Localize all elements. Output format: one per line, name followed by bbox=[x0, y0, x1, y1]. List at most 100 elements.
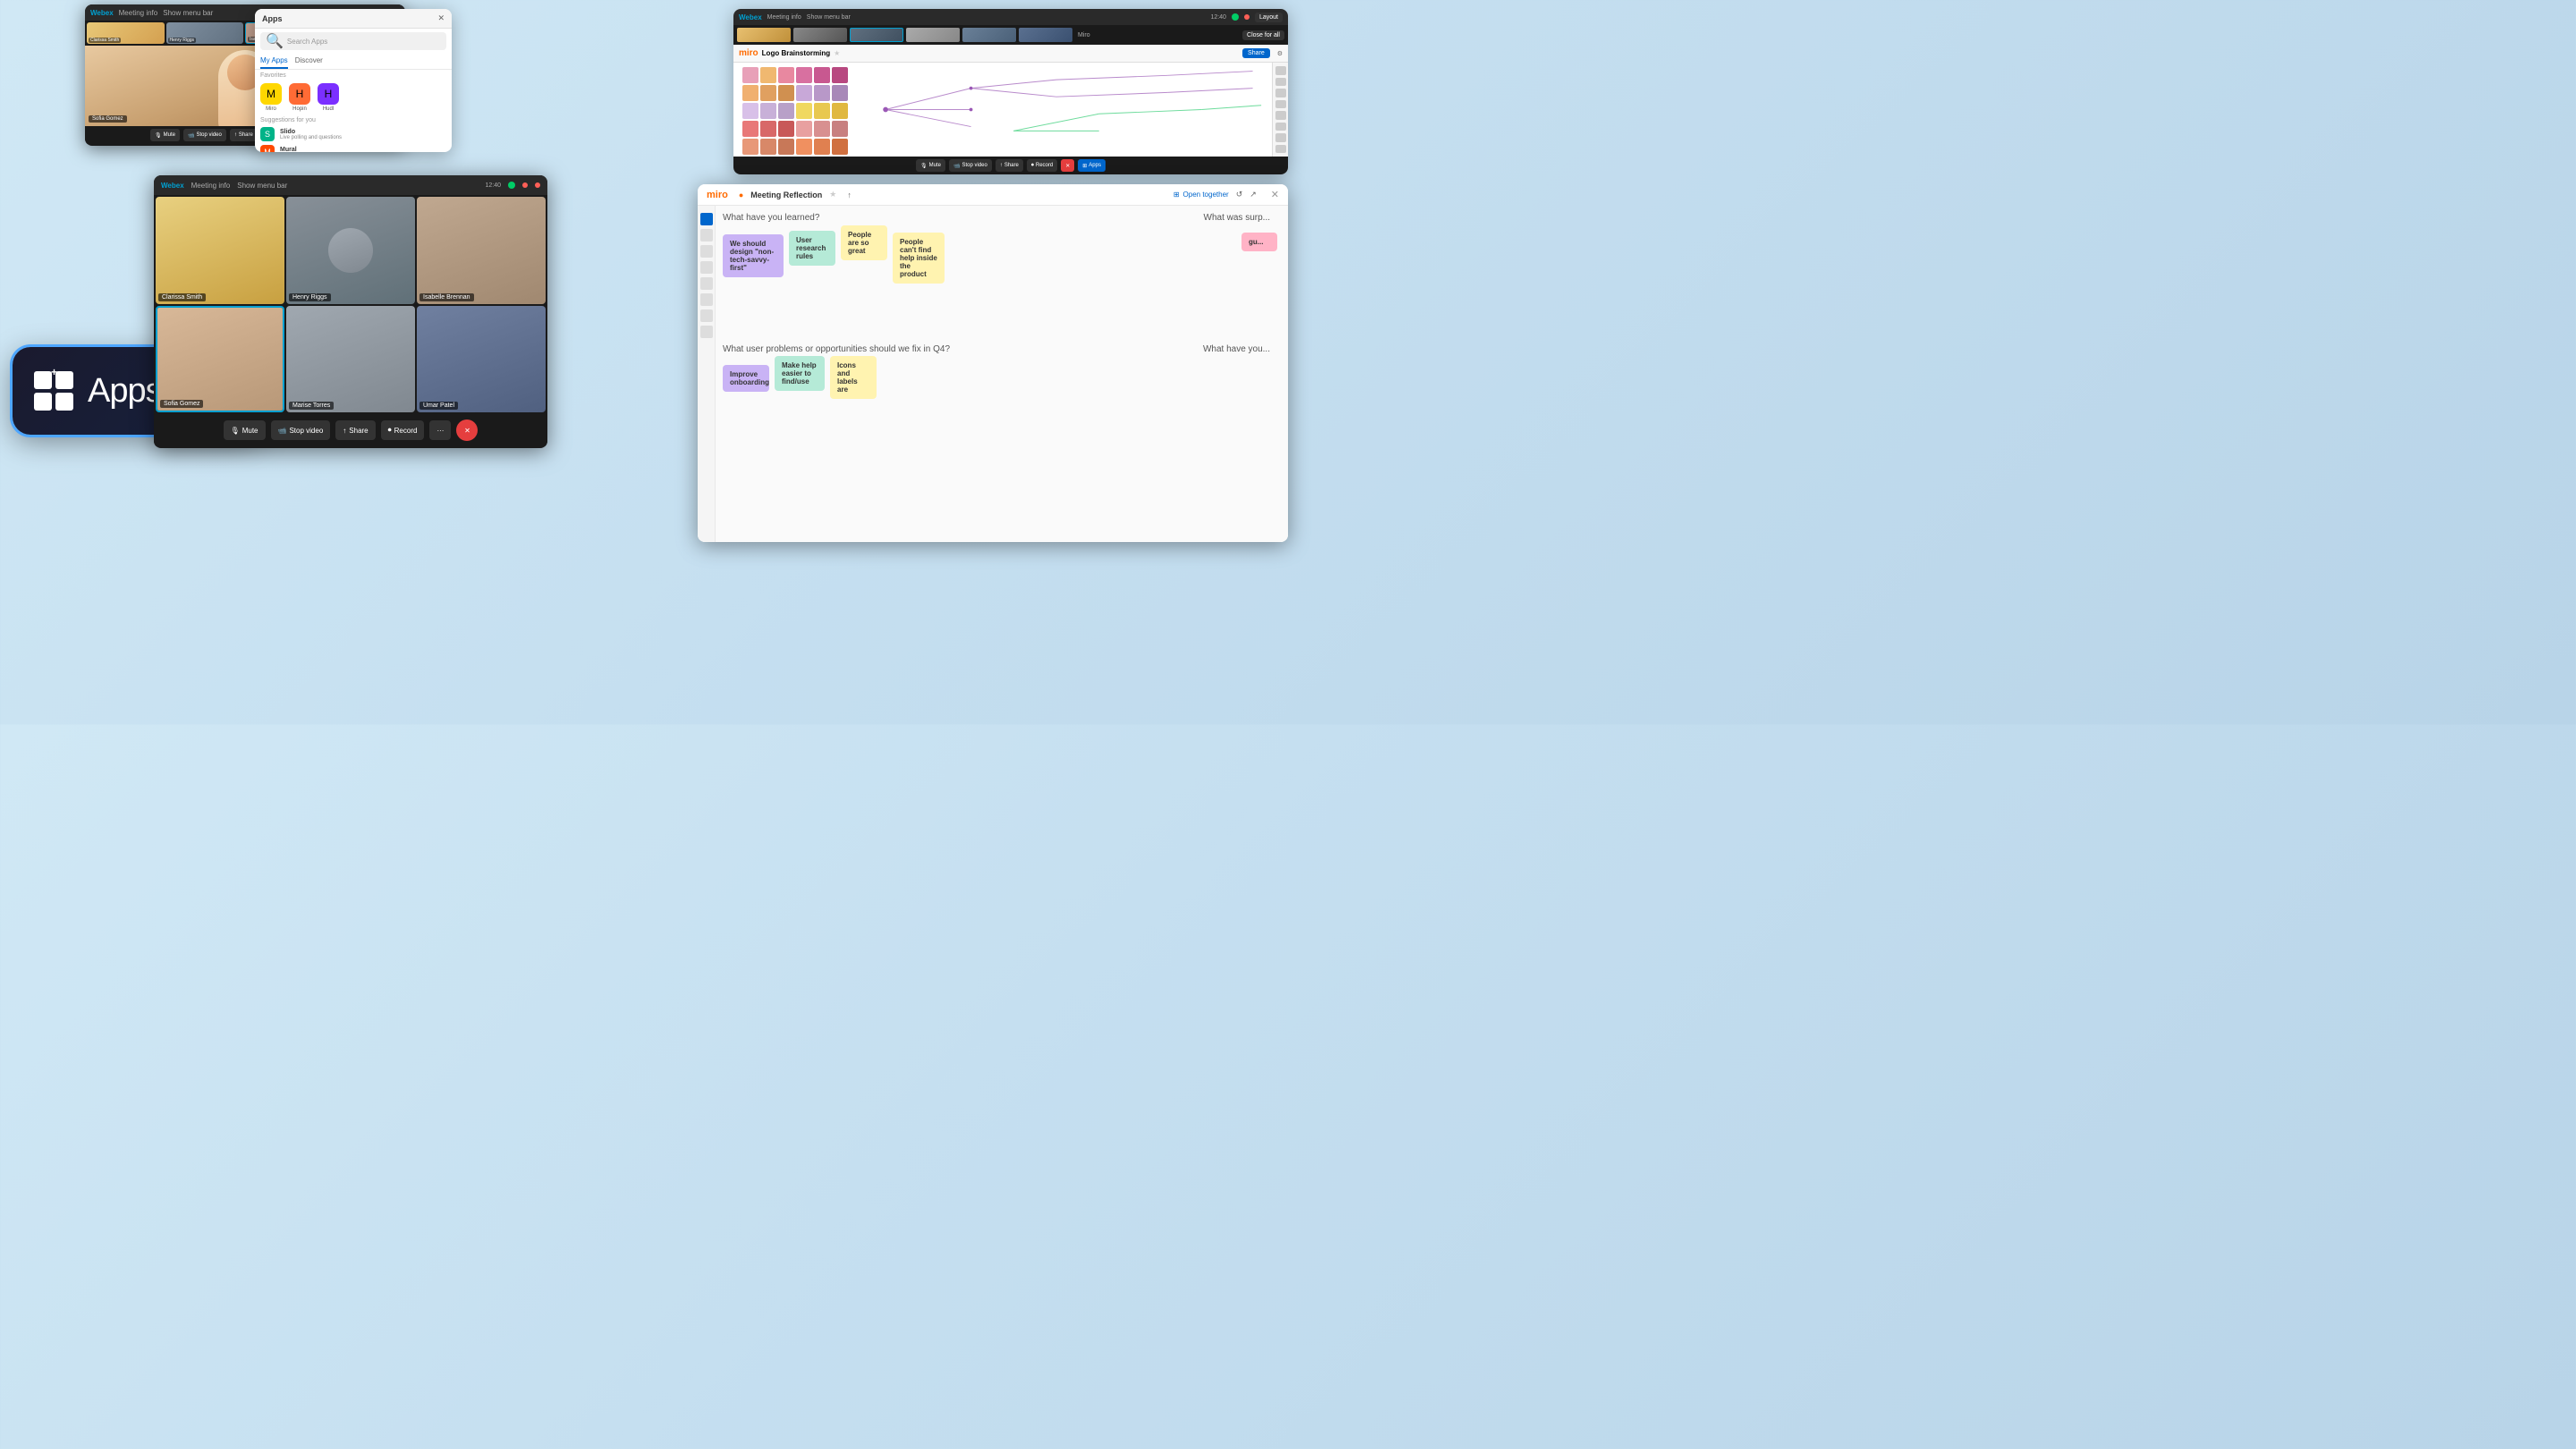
tool-frame-br[interactable] bbox=[700, 229, 713, 242]
apps-search-bar[interactable]: 🔍 Search Apps bbox=[260, 32, 446, 50]
star-icon-tr[interactable]: ★ bbox=[834, 49, 840, 57]
share-btn-tl[interactable]: ↑ Share bbox=[230, 129, 258, 141]
tool-line[interactable] bbox=[1275, 133, 1286, 142]
sticky-27 bbox=[778, 139, 794, 155]
stop-video-btn-bl[interactable]: 📹 Stop video bbox=[271, 420, 331, 440]
stop-video-btn-tl[interactable]: 📹 Stop video bbox=[183, 129, 226, 141]
hudl-label: Hudl bbox=[323, 106, 334, 112]
sticky-people-great[interactable]: People are so great bbox=[841, 225, 887, 260]
sticky-research[interactable]: User research rules bbox=[789, 231, 835, 266]
sticky-help-easier[interactable]: Make help easier to find/use bbox=[775, 356, 825, 391]
record-btn-bl[interactable]: ⏺ Record bbox=[381, 420, 425, 440]
sticky-10 bbox=[796, 85, 812, 101]
thumb-clarissa[interactable]: Clarissa Smith bbox=[87, 22, 165, 44]
close-tr[interactable] bbox=[1244, 14, 1250, 20]
miro-canvas-br[interactable]: What have you learned? What was surp... … bbox=[716, 206, 1288, 542]
record-btn-tr[interactable]: ⏺ Record bbox=[1027, 159, 1057, 172]
star-icon-br[interactable]: ★ bbox=[829, 190, 836, 199]
suggestion-slido[interactable]: S Slido Live polling and questions bbox=[255, 125, 452, 143]
meeting-info-label-tl[interactable]: Meeting info bbox=[119, 9, 158, 17]
share-btn-ctrl-tr[interactable]: ↑ Share bbox=[996, 159, 1023, 172]
end-call-btn-bl[interactable]: ✕ bbox=[456, 419, 478, 441]
miro-window-topright: Webex Meeting info Show menu bar 12:40 L… bbox=[733, 9, 1288, 174]
tab-discover[interactable]: Discover bbox=[295, 54, 323, 69]
fav-hudl[interactable]: H Hudl bbox=[318, 83, 339, 112]
suggestion-mural[interactable]: M Mural Online collaborative whiteboard bbox=[255, 143, 452, 152]
question-have: What have you... bbox=[1203, 344, 1270, 354]
close-bl[interactable] bbox=[535, 182, 540, 188]
apps-panel-close-btn[interactable]: ✕ bbox=[437, 13, 445, 23]
mini-thumb-2[interactable] bbox=[793, 28, 847, 42]
miro-br-titlebar: miro ● Meeting Reflection ★ ↑ ⊞ Open tog… bbox=[698, 184, 1288, 206]
tool-pen[interactable] bbox=[1275, 123, 1286, 131]
mini-thumb-1[interactable] bbox=[737, 28, 791, 42]
meeting-info-tr[interactable]: Meeting info bbox=[767, 14, 801, 21]
webex-bl-titlebar: Webex Meeting info Show menu bar 12:40 bbox=[154, 175, 547, 195]
mute-btn-tr[interactable]: 🎙 Mute bbox=[916, 159, 945, 172]
tool-shape-br[interactable] bbox=[700, 261, 713, 274]
board-name-br[interactable]: Meeting Reflection bbox=[750, 191, 822, 199]
mini-thumb-3[interactable] bbox=[850, 28, 903, 42]
miro-label: Miro bbox=[266, 106, 276, 112]
refresh-icon-br[interactable]: ↺ bbox=[1236, 190, 1243, 199]
name-isabelle: Isabelle Brennan bbox=[419, 293, 474, 301]
minimize-bl[interactable] bbox=[522, 182, 528, 188]
fav-hopin[interactable]: H Hopin bbox=[289, 83, 310, 112]
open-together-btn[interactable]: ⊞ Open together bbox=[1174, 191, 1229, 199]
tool-frame[interactable] bbox=[1275, 78, 1286, 87]
sticky-gu[interactable]: gu... bbox=[1241, 233, 1277, 251]
tool-text[interactable] bbox=[1275, 89, 1286, 97]
mini-thumb-4[interactable] bbox=[906, 28, 960, 42]
tool-image[interactable] bbox=[1275, 145, 1286, 154]
sticky-7 bbox=[742, 85, 758, 101]
external-link-icon-br[interactable]: ↗ bbox=[1250, 190, 1257, 199]
mini-thumb-5[interactable] bbox=[962, 28, 1016, 42]
sticky-3 bbox=[778, 67, 794, 83]
tool-text-br[interactable] bbox=[700, 245, 713, 258]
tool-cursor[interactable] bbox=[1275, 66, 1286, 75]
sticky-people-find[interactable]: People can't find help inside the produc… bbox=[893, 233, 945, 284]
sticky-4 bbox=[796, 67, 812, 83]
close-btn-br[interactable]: ✕ bbox=[1271, 189, 1279, 200]
open-together-icon: ⊞ bbox=[1174, 191, 1180, 199]
sticky-29 bbox=[814, 139, 830, 155]
stop-video-btn-tr[interactable]: 📹 Stop video bbox=[949, 159, 992, 172]
end-call-btn-tr[interactable]: ✕ bbox=[1061, 159, 1074, 172]
tool-connect-br[interactable] bbox=[700, 309, 713, 322]
thumb-henry[interactable]: Henry Riggs bbox=[166, 22, 244, 44]
show-menu-bl[interactable]: Show menu bar bbox=[237, 182, 287, 190]
tab-my-apps[interactable]: My Apps bbox=[260, 54, 288, 69]
mini-thumb-6[interactable] bbox=[1019, 28, 1072, 42]
more-btn-bl[interactable]: ··· bbox=[429, 420, 451, 440]
meeting-info-bl[interactable]: Meeting info bbox=[191, 182, 231, 190]
sticky-14 bbox=[760, 103, 776, 119]
webex-logo-tl: Webex bbox=[90, 9, 114, 17]
tool-pen-br[interactable] bbox=[700, 293, 713, 306]
apps-btn-tr[interactable]: ⊞ Apps bbox=[1078, 159, 1106, 172]
tool-shape[interactable] bbox=[1275, 100, 1286, 109]
name-umar: Umar Patel bbox=[419, 402, 458, 410]
fav-miro[interactable]: M Miro bbox=[260, 83, 282, 112]
tool-select-br[interactable] bbox=[700, 213, 713, 225]
sticky-28 bbox=[796, 139, 812, 155]
sticky-design[interactable]: We should design "non-tech-savvy-first" bbox=[723, 234, 784, 277]
miro-canvas-tr[interactable] bbox=[733, 63, 1288, 157]
sticky-onboarding[interactable]: Improve onboarding bbox=[723, 365, 769, 392]
share-btn-tr[interactable]: Share bbox=[1242, 48, 1270, 58]
miro-app-bar-tr: miro Logo Brainstorming ★ Share ⚙ bbox=[733, 45, 1288, 63]
close-all-btn[interactable]: Close for all bbox=[1242, 30, 1284, 40]
show-menu-bar-tl[interactable]: Show menu bar bbox=[163, 9, 213, 17]
show-menu-tr[interactable]: Show menu bar bbox=[807, 14, 851, 21]
share-btn-bl[interactable]: ↑ Share bbox=[335, 420, 375, 440]
mute-btn-bl[interactable]: 🎙 Mute bbox=[224, 420, 266, 440]
tool-sticky-br[interactable] bbox=[700, 277, 713, 290]
mute-btn-tl[interactable]: 🎙 Mute bbox=[150, 129, 180, 141]
layout-btn-tr[interactable]: Layout bbox=[1255, 13, 1283, 22]
hopin-icon: H bbox=[289, 83, 310, 105]
export-icon-br[interactable]: ↑ bbox=[847, 191, 852, 199]
sticky-icons[interactable]: Icons and labels are bbox=[830, 356, 877, 399]
board-name-tr[interactable]: Logo Brainstorming bbox=[762, 49, 830, 57]
tool-sticky[interactable] bbox=[1275, 111, 1286, 120]
tool-img-br[interactable] bbox=[700, 326, 713, 338]
apps-search-placeholder: Search Apps bbox=[287, 38, 327, 46]
